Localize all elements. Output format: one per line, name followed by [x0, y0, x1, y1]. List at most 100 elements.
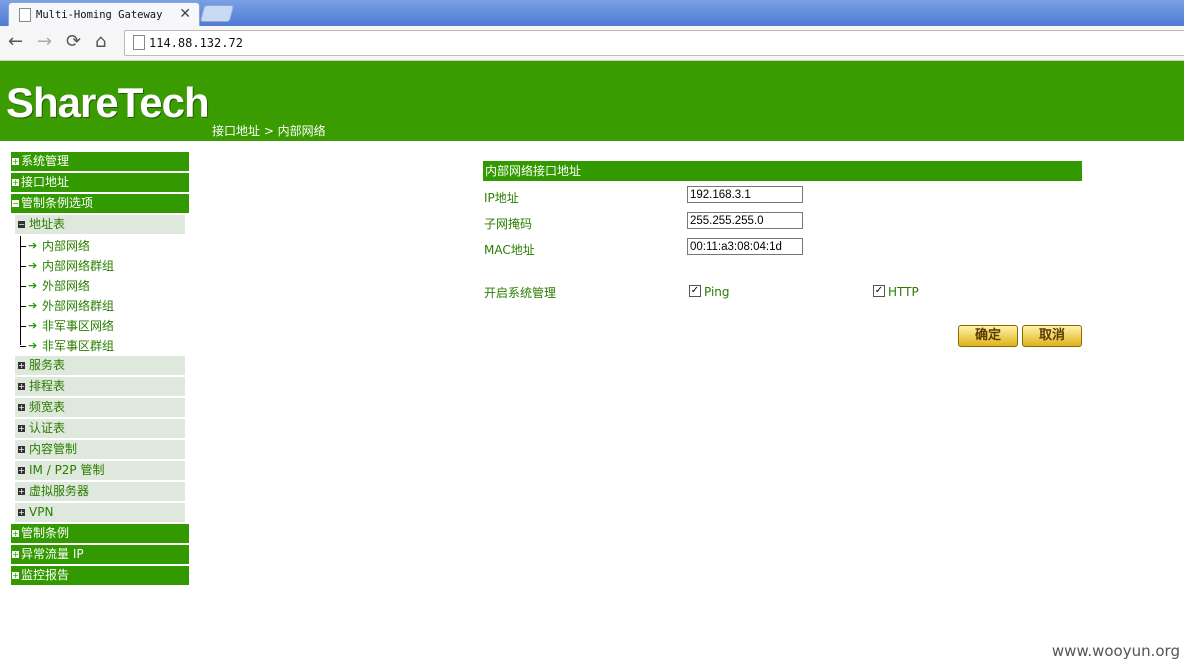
- expand-icon: +: [18, 487, 25, 496]
- tree-item-label: 内部网络群组: [42, 259, 115, 273]
- http-checkbox[interactable]: ✓: [873, 285, 885, 297]
- sidebar-item-vpn[interactable]: + VPN: [15, 503, 185, 522]
- sidebar-item-monitoring-report[interactable]: + 监控报告: [11, 566, 189, 585]
- collapse-icon: −: [18, 220, 25, 229]
- expand-icon: +: [18, 403, 25, 412]
- sidebar-item-service-table[interactable]: + 服务表: [15, 356, 185, 375]
- sidebar-item-abnormal-traffic-ip[interactable]: + 异常流量 IP: [11, 545, 189, 564]
- arrow-right-icon: ➔: [28, 239, 38, 252]
- expand-icon: +: [18, 445, 25, 454]
- expand-icon: +: [18, 424, 25, 433]
- tree-tick: [20, 246, 26, 247]
- sidebar-item-label: 排程表: [29, 379, 66, 393]
- arrow-right-icon: ➔: [28, 319, 38, 332]
- internal-interface-form: 内部网络接口地址 IP地址 子网掩码 MAC地址 开启系统管理 ✓ Ping ✓…: [483, 161, 1082, 347]
- reload-icon[interactable]: ⟳: [66, 32, 81, 52]
- sidebar-item-label: IM / P2P 管制: [29, 463, 105, 477]
- close-icon[interactable]: ✕: [179, 6, 191, 22]
- tree-tick: [20, 286, 26, 287]
- arrow-right-icon: ➔: [28, 279, 38, 292]
- system-management-label: 开启系统管理: [484, 286, 557, 300]
- expand-icon: +: [12, 550, 19, 559]
- expand-icon: +: [18, 466, 25, 475]
- new-tab-button[interactable]: [199, 5, 235, 22]
- sidebar-item-label: 接口地址: [21, 175, 70, 189]
- tree-item-label: 内部网络: [42, 239, 91, 253]
- tree-tick: [20, 346, 26, 347]
- sidebar-item-content-control[interactable]: + 内容管制: [15, 440, 185, 459]
- address-bar[interactable]: 114.88.132.72: [124, 30, 1184, 56]
- sidebar-item-label: 频宽表: [29, 400, 66, 414]
- sidebar-item-label: 服务表: [29, 358, 66, 372]
- mac-address-input[interactable]: [687, 238, 803, 255]
- tree-tick: [20, 326, 26, 327]
- cancel-button[interactable]: 取消: [1022, 325, 1082, 347]
- expand-icon: +: [18, 382, 25, 391]
- sidebar-item-bandwidth-table[interactable]: + 频宽表: [15, 398, 185, 417]
- sidebar-item-label: 系统管理: [21, 154, 70, 168]
- tree-item-label: 外部网络: [42, 279, 91, 293]
- sidebar-item-control-options[interactable]: − 管制条例选项: [11, 194, 189, 213]
- watermark: www.wooyun.org: [1051, 642, 1180, 660]
- sidebar-item-label: 管制条例: [21, 526, 70, 540]
- sidebar-item-label: 监控报告: [21, 568, 70, 582]
- sidebar-item-virtual-server[interactable]: + 虚拟服务器: [15, 482, 185, 501]
- tab-title: Multi-Homing Gateway: [36, 9, 163, 21]
- form-title: 内部网络接口地址: [483, 161, 1082, 181]
- sidebar-item-control-rules[interactable]: + 管制条例: [11, 524, 189, 543]
- arrow-right-icon: ➔: [28, 339, 38, 352]
- sidebar-menu: + 系统管理 + 接口地址 − 管制条例选项 − 地址表 ➔ 内部网络 ➔ 内部…: [11, 152, 189, 587]
- tree-item-label: 非军事区群组: [42, 339, 115, 353]
- tree-item-internal-network-group[interactable]: ➔ 内部网络群组: [20, 256, 114, 276]
- sidebar-item-interface-address[interactable]: + 接口地址: [11, 173, 189, 192]
- ip-label: IP地址: [484, 191, 519, 205]
- tree-tick: [20, 306, 26, 307]
- breadcrumb: 接口地址 > 内部网络: [212, 124, 326, 138]
- sidebar-item-label: 地址表: [29, 217, 66, 231]
- tree-item-internal-network[interactable]: ➔ 内部网络: [20, 236, 90, 256]
- subnet-mask-label: 子网掩码: [484, 217, 533, 231]
- ip-address-input[interactable]: [687, 186, 803, 203]
- address-tree: ➔ 内部网络 ➔ 内部网络群组 ➔ 外部网络 ➔ 外部网络群组 ➔ 非军事区网络…: [17, 236, 189, 354]
- expand-icon: +: [12, 529, 19, 538]
- ping-label: Ping: [704, 285, 730, 299]
- home-icon[interactable]: ⌂: [95, 32, 106, 52]
- sidebar-item-label: 管制条例选项: [21, 196, 94, 210]
- sidebar-item-system-management[interactable]: + 系统管理: [11, 152, 189, 171]
- sidebar-item-schedule-table[interactable]: + 排程表: [15, 377, 185, 396]
- http-label: HTTP: [888, 285, 919, 299]
- tree-item-external-network[interactable]: ➔ 外部网络: [20, 276, 90, 296]
- confirm-button[interactable]: 确定: [958, 325, 1018, 347]
- page-icon: [133, 35, 145, 50]
- arrow-right-icon: ➔: [28, 299, 38, 312]
- expand-icon: +: [18, 508, 25, 517]
- expand-icon: +: [12, 571, 19, 580]
- arrow-right-icon: ➔: [28, 259, 38, 272]
- sidebar-item-im-p2p-control[interactable]: + IM / P2P 管制: [15, 461, 185, 480]
- tree-item-dmz-network[interactable]: ➔ 非军事区网络: [20, 316, 114, 336]
- sidebar-item-label: 内容管制: [29, 442, 78, 456]
- page-icon: [19, 8, 31, 22]
- sharetech-logo: ShareTech: [6, 79, 210, 126]
- ping-checkbox[interactable]: ✓: [689, 285, 701, 297]
- expand-icon: +: [18, 361, 25, 370]
- forward-arrow-icon[interactable]: →: [37, 32, 52, 52]
- tree-tick: [20, 266, 26, 267]
- browser-tab[interactable]: Multi-Homing Gateway ✕: [8, 2, 200, 27]
- sidebar-item-auth-table[interactable]: + 认证表: [15, 419, 185, 438]
- mac-label: MAC地址: [484, 243, 535, 257]
- subnet-mask-input[interactable]: [687, 212, 803, 229]
- sidebar-item-label: 认证表: [29, 421, 66, 435]
- back-arrow-icon[interactable]: ←: [8, 32, 23, 52]
- expand-icon: +: [12, 178, 19, 187]
- tree-item-external-network-group[interactable]: ➔ 外部网络群组: [20, 296, 114, 316]
- sidebar-item-label: 虚拟服务器: [29, 484, 90, 498]
- sidebar-item-label: 异常流量 IP: [21, 547, 84, 561]
- sidebar-item-address-table[interactable]: − 地址表: [15, 215, 185, 234]
- tree-item-label: 外部网络群组: [42, 299, 115, 313]
- url-text: 114.88.132.72: [149, 36, 243, 50]
- collapse-icon: −: [12, 199, 19, 208]
- browser-tab-bar: Multi-Homing Gateway ✕: [0, 0, 1184, 27]
- tree-item-dmz-group[interactable]: ➔ 非军事区群组: [20, 336, 114, 356]
- expand-icon: +: [12, 157, 19, 166]
